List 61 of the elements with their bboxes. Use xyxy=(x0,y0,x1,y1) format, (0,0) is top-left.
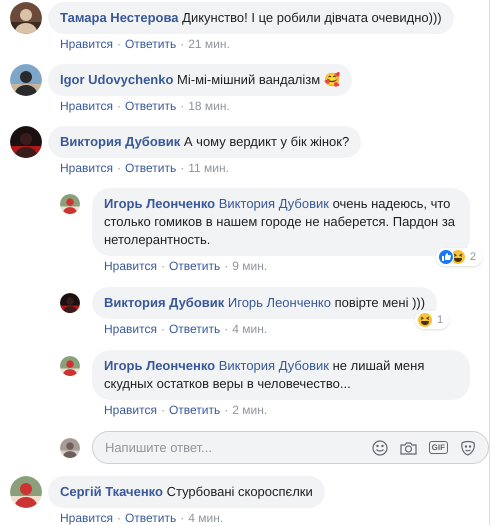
reply-link[interactable]: Ответить xyxy=(168,322,220,336)
author-link[interactable]: Игорь Леонченко xyxy=(104,196,216,211)
mention-link[interactable]: Виктория Дубовик xyxy=(218,196,329,211)
author-link[interactable]: Виктория Дубовик xyxy=(104,295,224,310)
camera-icon[interactable] xyxy=(400,440,417,456)
comment-time: 4 мин. xyxy=(188,511,224,525)
reply-link[interactable]: Ответить xyxy=(124,37,176,51)
separator-dot: · xyxy=(180,99,184,113)
like-link[interactable]: Нравится xyxy=(60,37,113,51)
like-link[interactable]: Нравится xyxy=(104,322,157,336)
mention-link[interactable]: Виктория Дубовик xyxy=(218,358,329,373)
comment-bubble: Виктория Дубовик А чому вердикт у бік жінок? xyxy=(48,126,362,158)
author-link[interactable]: Сергій Ткаченко xyxy=(60,484,163,499)
separator-dot: · xyxy=(224,259,228,273)
comment-time: 18 мин. xyxy=(188,99,230,113)
smiley-icon[interactable] xyxy=(372,440,388,456)
separator-dot: · xyxy=(180,37,184,51)
separator-dot: · xyxy=(224,322,228,336)
reply-link[interactable]: Ответить xyxy=(124,161,176,175)
like-link[interactable]: Нравится xyxy=(60,99,113,113)
separator-dot: · xyxy=(160,322,165,336)
comment-bubble: Тамара Нестерова Дикунство! І це робили дівчата очевидно))) xyxy=(48,2,454,34)
like-link[interactable]: Нравится xyxy=(60,161,113,175)
comment-bubble: Игорь Леонченко Виктория Дубовик очень надеюсь, что столько гомиков в нашем городе не наберется. Пардон за нетолерантность. xyxy=(92,188,470,256)
author-link[interactable]: Виктория Дубовик xyxy=(60,134,180,149)
comment-time: 21 мин. xyxy=(188,37,230,51)
like-link[interactable]: Нравится xyxy=(60,511,113,525)
separator-dot: · xyxy=(180,511,184,525)
separator-dot: · xyxy=(160,259,165,273)
author-link[interactable]: Игорь Леонченко xyxy=(104,358,216,373)
separator-dot: · xyxy=(160,403,165,417)
thumbs-up-icon xyxy=(438,248,454,265)
comment-time: 11 мин. xyxy=(188,161,229,175)
separator-dot: · xyxy=(224,403,228,417)
laughing-face-icon xyxy=(450,248,466,265)
separator-dot: · xyxy=(116,161,121,175)
laughing-face-icon xyxy=(416,312,433,328)
comment-time: 4 мин. xyxy=(232,322,268,336)
comment-bubble: Igor Udovychenko Мі-мі-мішний вандалізм 🥰 xyxy=(48,64,352,96)
mention-link[interactable]: Игорь Леонченко xyxy=(228,295,331,310)
sticker-icon[interactable] xyxy=(460,440,476,456)
reply-link[interactable]: Ответить xyxy=(124,511,176,525)
comment-bubble: Сергій Ткаченко Стурбовані скороспєлки xyxy=(48,476,325,508)
comment-time: 9 мин. xyxy=(232,259,268,273)
reply-link[interactable]: Ответить xyxy=(168,259,220,273)
author-link[interactable]: Igor Udovychenko xyxy=(60,72,174,87)
reply-link[interactable]: Ответить xyxy=(168,403,220,417)
separator-dot: · xyxy=(116,511,121,525)
separator-dot: · xyxy=(180,161,184,175)
separator-dot: · xyxy=(116,99,121,113)
separator-dot: · xyxy=(116,37,121,51)
reply-placeholder: Напишите ответ... xyxy=(104,438,214,457)
like-link[interactable]: Нравится xyxy=(104,403,157,417)
gif-icon[interactable]: GIF xyxy=(428,441,448,454)
reply-link[interactable]: Ответить xyxy=(124,99,176,113)
author-link[interactable]: Тамара Нестерова xyxy=(60,10,179,25)
comment-bubble: Виктория Дубовик Игорь Леонченко повірте мені ))) xyxy=(92,287,438,319)
like-link[interactable]: Нравится xyxy=(104,259,157,273)
comment-bubble: Игорь Леонченко Виктория Дубовик не лишай меня скудных остатков веры в человечество... xyxy=(92,350,470,400)
comment-time: 2 мин. xyxy=(232,403,268,417)
reply-input-field[interactable]: Напишите ответ... GIF xyxy=(92,431,489,464)
